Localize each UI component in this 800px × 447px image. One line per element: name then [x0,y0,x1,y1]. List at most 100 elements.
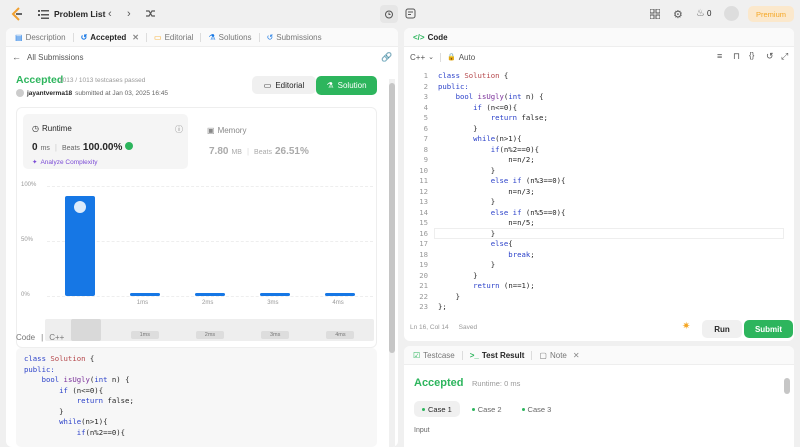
code-token: if [473,102,487,112]
description-icon: ▤ [15,32,23,42]
link-icon[interactable]: 🔗 [381,52,392,63]
settings-gear-icon[interactable]: ⚙ [673,8,683,21]
tab-divider [200,32,202,42]
leetcode-logo[interactable] [10,7,24,21]
code-token: { [508,239,513,248]
code-token: n=n/5; [438,218,535,227]
memory-card[interactable]: ▣ Memory 7.80 MB | Beats 26.51% [207,114,367,169]
shuffle-icon[interactable] [145,8,156,19]
code-line: 12 n=n/3; [404,187,784,198]
tab-note[interactable]: ▢ Note ✕ [536,351,582,360]
submitted-code-block[interactable]: class Solution {public: bool isUgly(int … [16,348,377,447]
slider-handle[interactable] [71,319,101,341]
code-token: (n%5==0){ [525,207,566,217]
solution-button[interactable]: ⚗ Solution [316,76,377,95]
editorial-button[interactable]: ▭ Editorial [252,76,316,94]
code-line: 11 else if (n%3==0){ [404,176,784,187]
code-token: while [59,417,82,426]
code-line: 19 } [404,260,784,271]
pass-dot-icon [422,407,425,411]
memory-chip-icon: ▣ [207,126,215,135]
premium-button[interactable]: Premium [748,6,794,22]
code-line: 15 n=n/5; [404,218,784,229]
prev-problem-icon[interactable]: ‹ [108,8,112,20]
tab-description[interactable]: ▤ Description [12,33,69,42]
case-tab[interactable]: Case 3 [514,401,560,417]
analyze-complexity-link[interactable]: ✦ Analyze Complexity [32,158,98,167]
code-token: return [490,113,522,122]
run-button[interactable]: Run [702,320,742,338]
code-line: 20 } [404,271,784,282]
chart-gridline [47,296,373,297]
problem-list-link[interactable]: Problem List [54,9,105,19]
problem-list-icon[interactable] [38,9,49,19]
tab-solutions[interactable]: ⚗ Solutions [205,33,254,42]
streak-fire-icon[interactable]: ♨ [696,8,705,19]
history-icon: ↺ [80,32,88,42]
info-icon[interactable]: ⓘ [175,124,183,135]
tab-test-result[interactable]: >_ Test Result [467,351,528,360]
code-token: (n==1); [503,281,535,290]
code-token: false; [107,396,134,405]
user-avatar[interactable] [724,6,739,21]
scrollbar-thumb[interactable] [784,378,790,394]
chart-bar[interactable] [195,292,225,296]
case-tabs: Case 1 Case 2 Case 3 [414,401,559,417]
auto-mode[interactable]: 🔒 Auto [447,53,475,62]
tab-code[interactable]: </> Code [410,33,451,42]
close-tab-icon[interactable]: ✕ [573,351,580,360]
close-tab-icon[interactable]: ✕ [132,33,139,42]
format-icon[interactable]: ≡ [717,51,722,61]
code-token: (n<=0){ [486,102,518,112]
test-result-status: Accepted [414,377,464,389]
note-icon[interactable] [405,8,416,19]
editor-panel: </> Code C++ ⌄ 🔒 Auto ≡ ⊓ {} ↺ ⤢ 1 class Sol… [404,28,794,341]
code-line: 21 return (n==1); [404,281,784,292]
y-tick-label: 0% [21,292,30,298]
fullscreen-icon[interactable]: ⤢ [781,51,788,62]
tab-testcase[interactable]: ☑ Testcase [410,351,458,360]
tab-divider [72,32,74,42]
next-problem-icon[interactable]: › [127,8,131,20]
input-label: Input [414,427,430,434]
chart-bar[interactable] [260,292,291,296]
case-tab[interactable]: Case 2 [464,401,510,417]
language-select[interactable]: C++ ⌄ [410,53,434,62]
ai-assist-icon[interactable]: ✷ [682,321,690,332]
result-tab-bar: ☑ Testcase >_ Test Result ▢ Note ✕ [404,346,794,365]
case-tab-label: Case 2 [477,404,502,414]
tab-editorial[interactable]: ▭ Editorial [151,33,196,42]
alarm-icon[interactable] [380,5,398,23]
line-number: 23 [419,302,428,311]
testcases-passed: 1013 / 1013 testcases passed [59,77,146,84]
book-icon: ▭ [263,80,272,90]
chart-bar[interactable] [129,292,160,296]
chart-bar[interactable] [325,292,356,296]
line-number: 7 [423,134,428,143]
reset-icon[interactable]: ↺ [766,51,774,62]
scrollbar-thumb[interactable] [389,83,395,353]
layout-grid-icon[interactable] [650,9,660,19]
code-line: 8 if(n%2==0){ [404,145,784,156]
back-nav[interactable]: ← All Submissions [12,52,83,62]
range-slider[interactable]: 1ms 2ms 3ms 4ms [45,319,374,341]
bookmark-icon[interactable]: ⊓ [733,51,740,62]
tab-submissions[interactable]: ↺ Submissions [264,33,325,42]
code-token: if [490,144,500,154]
submit-button[interactable]: Submit [744,320,793,338]
runtime-card[interactable]: ◷ Runtime ⓘ 0 ms | Beats 100.00% ✦ Analyze… [23,114,188,169]
line-number: 22 [419,291,428,301]
code-token: bool [41,375,64,384]
tab-accepted[interactable]: ↺ Accepted ✕ [78,33,142,42]
code-token: n=n/3; [438,186,535,196]
braces-icon[interactable]: {} [749,51,754,60]
code-editor[interactable]: 1 class Solution {2 public: 3 bool isUgly(i… [404,71,784,316]
case-tab-label: Case 1 [428,404,452,414]
code-line: 4 if (n<=0){ [404,103,784,114]
case-tab[interactable]: Case 1 [414,401,460,417]
